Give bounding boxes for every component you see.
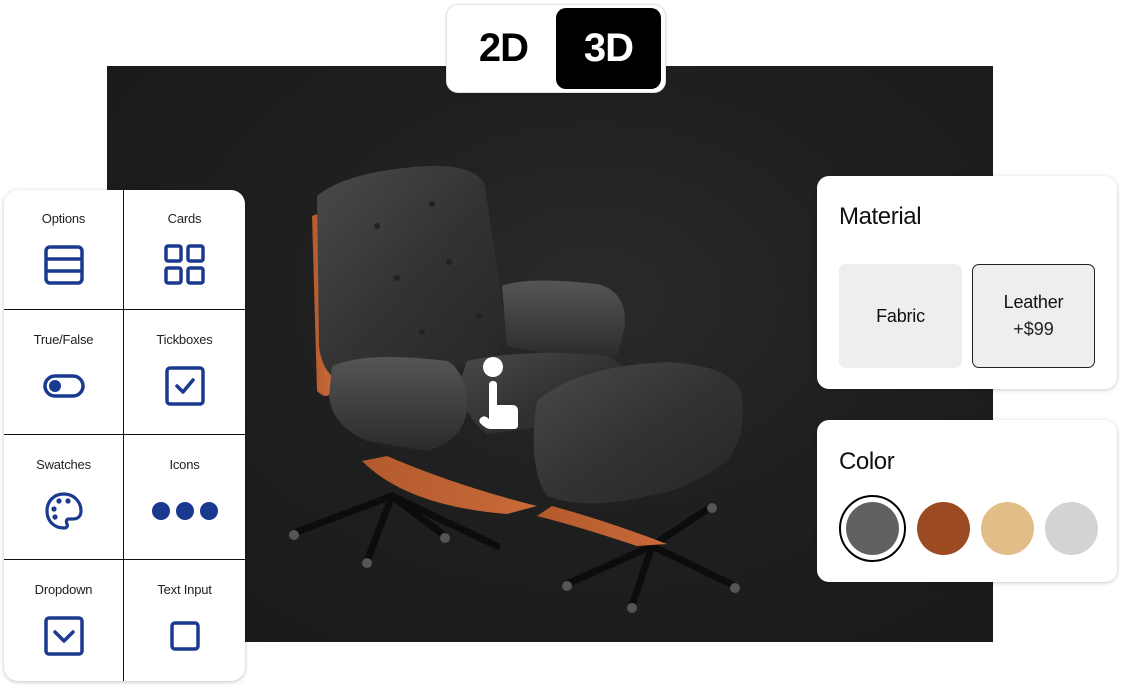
color-title: Color	[839, 448, 895, 475]
material-price: +$99	[1013, 319, 1054, 339]
view-mode-toggle: 2D 3D	[446, 4, 666, 93]
input-type-dropdown[interactable]: Dropdown	[4, 560, 124, 681]
input-type-cards[interactable]: Cards	[124, 190, 245, 310]
swatch-fill	[917, 502, 970, 555]
palette-icon	[42, 489, 86, 533]
cell-label: Swatches	[36, 457, 91, 472]
material-option-leather[interactable]: Leather +$99	[972, 264, 1095, 368]
dots-icon	[150, 489, 220, 533]
cell-label: Icons	[169, 457, 200, 472]
swatch-dark-gray[interactable]	[839, 495, 906, 562]
drag-hand-icon	[479, 357, 518, 429]
color-card: Color	[817, 420, 1117, 582]
cell-label: Tickboxes	[156, 332, 213, 347]
input-type-swatches[interactable]: Swatches	[4, 435, 124, 560]
view-2d-button[interactable]: 2D	[451, 8, 556, 89]
cell-label: Options	[41, 211, 86, 226]
view-3d-button[interactable]: 3D	[556, 8, 661, 89]
swatch-fill	[1045, 502, 1098, 555]
material-name: Leather	[1003, 292, 1064, 312]
cell-label: Text Input	[157, 582, 212, 597]
input-type-text-input[interactable]: Text Input	[124, 560, 245, 681]
checkbox-icon	[163, 364, 207, 408]
swatch-fill	[981, 502, 1034, 555]
grid-cards-icon	[163, 243, 207, 287]
material-title: Material	[839, 203, 922, 230]
color-swatches	[839, 495, 1098, 562]
input-types-panel: Options Cards True/False Tickboxes Swatc…	[4, 190, 245, 681]
dropdown-icon	[42, 614, 86, 658]
swatch-tan[interactable]	[981, 502, 1034, 555]
text-input-icon	[163, 614, 207, 658]
material-name: Fabric	[876, 305, 925, 326]
cell-label: True/False	[33, 332, 94, 347]
cell-label: Dropdown	[34, 582, 93, 597]
input-type-tickboxes[interactable]: Tickboxes	[124, 310, 245, 435]
input-type-icons[interactable]: Icons	[124, 435, 245, 560]
material-option-fabric[interactable]: Fabric	[839, 264, 962, 368]
material-card: Material Fabric Leather +$99	[817, 176, 1117, 389]
swatch-light-gray[interactable]	[1045, 502, 1098, 555]
list-rows-icon	[42, 243, 86, 287]
toggle-icon	[42, 364, 86, 408]
cell-label: Cards	[167, 211, 202, 226]
swatch-rust-brown[interactable]	[917, 502, 970, 555]
input-type-options[interactable]: Options	[4, 190, 124, 310]
swatch-fill	[846, 502, 899, 555]
input-type-true-false[interactable]: True/False	[4, 310, 124, 435]
